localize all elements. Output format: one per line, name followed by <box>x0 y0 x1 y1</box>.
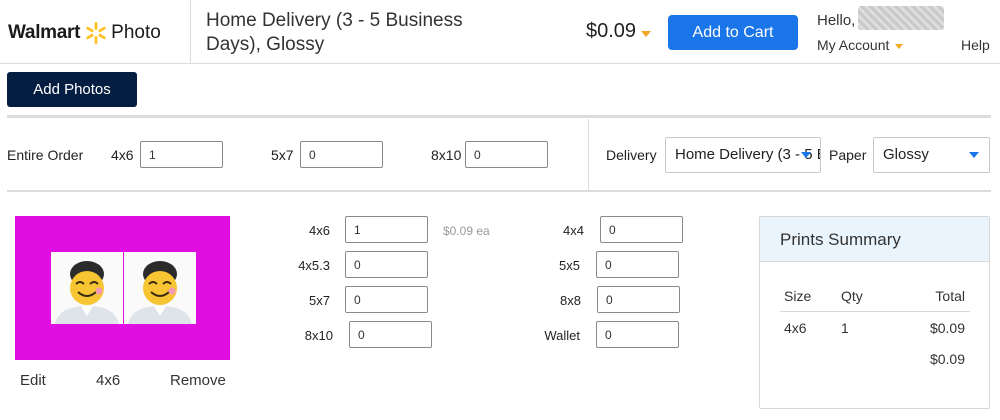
delivery-value: Home Delivery (3 - 5 Business Days) <box>675 146 820 163</box>
summary-row-size: 4x6 <box>784 320 807 336</box>
order-qty-8x10-input[interactable] <box>465 141 548 168</box>
bar-divider <box>588 119 589 190</box>
summary-col-size: Size <box>784 288 812 304</box>
dropdown-caret-icon[interactable] <box>801 152 811 158</box>
passport-photo <box>51 252 123 324</box>
qty-4x4-input[interactable] <box>600 216 683 243</box>
order-title: Home Delivery (3 - 5 Business Days), Glo… <box>206 10 463 55</box>
size-label: 4x5.3 <box>298 258 330 273</box>
price-each: $0.09 ea <box>443 224 490 238</box>
passport-photo <box>124 252 196 324</box>
qty-wallet-input[interactable] <box>596 321 679 348</box>
qty-5x7-input[interactable] <box>345 286 428 313</box>
brand-product: Photo <box>111 22 161 43</box>
order-size-label: 4x6 <box>111 147 134 163</box>
walmart-spark-icon <box>86 22 106 44</box>
top-header: Walmart Photo Home Delivery (3 - 5 Busin… <box>0 0 1000 64</box>
size-label: 5x5 <box>559 258 580 273</box>
summary-divider <box>780 311 970 312</box>
summary-title: Prints Summary <box>760 217 989 262</box>
brand-logo[interactable]: Walmart Photo <box>8 18 161 48</box>
my-account-link[interactable]: My Account <box>817 37 889 53</box>
order-size-label: 8x10 <box>431 147 462 163</box>
brand-name: Walmart <box>8 22 81 43</box>
account-caret-icon[interactable] <box>895 44 903 49</box>
prints-summary-panel: Prints Summary Size Qty Total 4x6 1 $0.0… <box>759 216 990 409</box>
entire-order-label: Entire Order <box>7 147 84 163</box>
summary-grand-total: $0.09 <box>929 351 965 367</box>
delivery-select[interactable]: Home Delivery (3 - 5 Business Days) <box>665 137 821 173</box>
order-qty-4x6-input[interactable] <box>140 141 223 168</box>
add-to-cart-button[interactable]: Add to Cart <box>668 15 798 50</box>
dropdown-caret-icon[interactable] <box>969 152 979 158</box>
qty-5x5-input[interactable] <box>596 251 679 278</box>
qty-4x5-3-input[interactable] <box>345 251 428 278</box>
size-label: 8x10 <box>304 328 333 343</box>
size-label: 4x4 <box>563 223 584 238</box>
order-size-label: 5x7 <box>271 147 294 163</box>
photo-size-label: 4x6 <box>96 372 121 389</box>
add-photos-button[interactable]: Add Photos <box>7 72 137 107</box>
size-label: 8x8 <box>560 293 581 308</box>
summary-col-qty: Qty <box>841 288 863 304</box>
qty-4x6-input[interactable] <box>345 216 428 243</box>
remove-photo-link[interactable]: Remove <box>170 372 226 389</box>
delivery-label: Delivery <box>606 147 657 163</box>
summary-col-total: Total <box>935 288 965 304</box>
help-link[interactable]: Help <box>961 37 990 53</box>
size-label: Wallet <box>544 328 580 343</box>
price-caret-icon[interactable] <box>641 31 651 37</box>
qty-8x10-input[interactable] <box>349 321 432 348</box>
size-label: 4x6 <box>309 223 330 238</box>
qty-8x8-input[interactable] <box>597 286 680 313</box>
edit-photo-link[interactable]: Edit <box>20 372 46 389</box>
summary-row-qty: 1 <box>841 320 849 336</box>
summary-row-total: $0.09 <box>929 320 965 336</box>
greeting: Hello, <box>817 12 856 29</box>
order-qty-5x7-input[interactable] <box>300 141 383 168</box>
paper-value: Glossy <box>883 146 929 163</box>
order-price[interactable]: $0.09 <box>586 20 636 43</box>
user-name-blurred <box>858 6 944 30</box>
size-label: 5x7 <box>309 293 330 308</box>
header-divider <box>190 0 191 64</box>
emoji-face-icon <box>51 252 123 324</box>
paper-label: Paper <box>829 147 867 163</box>
emoji-face-icon <box>124 252 196 324</box>
